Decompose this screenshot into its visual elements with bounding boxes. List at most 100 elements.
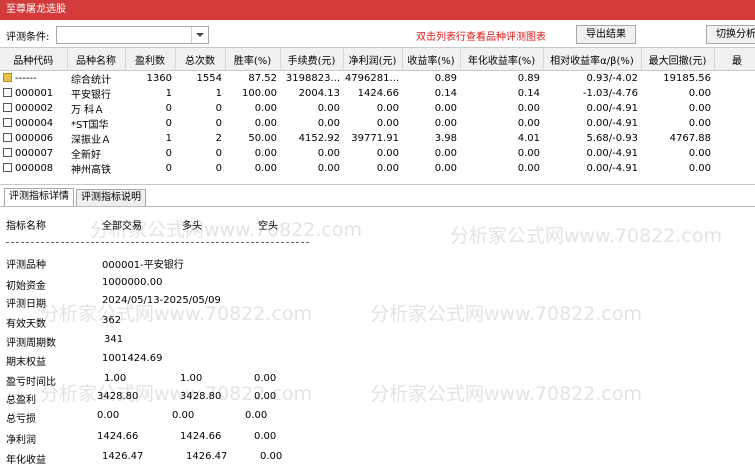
column-header[interactable]: 盈利数	[125, 48, 176, 71]
row-win: 0.00	[254, 118, 277, 129]
export-button[interactable]: 导出结果	[576, 25, 636, 44]
detail-label: 初始资金	[6, 281, 46, 292]
row-total: 1554	[196, 73, 222, 84]
checkbox[interactable]	[3, 103, 12, 112]
row-name: 万 科Ａ	[71, 105, 105, 116]
row-code: ------	[15, 73, 37, 84]
row-win: 0.00	[254, 148, 277, 159]
detail-value-short: 0.00	[254, 373, 277, 384]
row-return: 0.00	[434, 148, 457, 159]
detail-value-all: 1.00	[104, 373, 127, 384]
detail-value-long: 3428.80	[180, 391, 222, 402]
detail-label: 总盈利	[6, 395, 36, 406]
detail-label: 期末权益	[6, 357, 46, 368]
row-annual: 0.89	[517, 73, 540, 84]
table-row[interactable]: 000007 全新好 0 0 0.00 0.00 0.00 0.00 0.00 …	[0, 146, 755, 161]
table-row[interactable]: ------ 综合统计 1360 1554 87.52 3198823... 4…	[0, 71, 755, 86]
detail-value-all: 0.00	[97, 410, 120, 421]
row-profit: 1	[165, 133, 172, 144]
table-row[interactable]: 000006 深振业Ａ 1 2 50.00 4152.92 39771.91 3…	[0, 131, 755, 146]
row-win: 0.00	[254, 163, 277, 174]
row-total: 0	[215, 148, 222, 159]
hint-text: 双击列表行查看品种评测图表	[416, 32, 546, 43]
row-name: *ST国华	[71, 120, 109, 131]
row-fee: 4152.92	[298, 133, 340, 144]
column-header[interactable]: 年化收益率(%)	[460, 48, 544, 71]
detail-label: 总亏损	[6, 414, 36, 425]
chevron-down-icon[interactable]	[191, 27, 208, 43]
window-title-bar: 至尊屠龙选股	[0, 0, 755, 20]
detail-header-name: 指标名称	[6, 221, 46, 232]
detail-value-short: 0.00	[260, 451, 283, 462]
row-name: 神州高铁	[71, 165, 111, 176]
row-return: 3.98	[434, 133, 457, 144]
row-profit: 0	[165, 103, 172, 114]
row-drawdown: 19185.56	[663, 73, 711, 84]
column-header[interactable]: 手续费(元)	[280, 48, 344, 71]
row-net: 0.00	[376, 118, 399, 129]
row-name: 深振业Ａ	[71, 135, 111, 146]
column-header[interactable]: 品种名称	[67, 48, 126, 71]
row-net: 0.00	[376, 103, 399, 114]
column-header[interactable]: 胜率(%)	[225, 48, 281, 71]
row-drawdown: 0.00	[688, 88, 711, 99]
row-fee: 0.00	[317, 163, 340, 174]
row-net: 0.00	[376, 148, 399, 159]
row-win: 0.00	[254, 103, 277, 114]
table-row[interactable]: 000008 神州高铁 0 0 0.00 0.00 0.00 0.00 0.00…	[0, 161, 755, 176]
row-code: 000006	[15, 133, 54, 144]
detail-label: 净利润	[6, 435, 36, 446]
detail-value-all: 1424.66	[97, 431, 139, 442]
detail-label: 评测日期	[6, 299, 46, 310]
column-header[interactable]: 总次数	[175, 48, 226, 71]
row-annual: 0.00	[517, 103, 540, 114]
column-header[interactable]: 净利润(元)	[343, 48, 403, 71]
detail-value: 2024/05/13-2025/05/09	[102, 295, 221, 306]
row-return: 0.14	[434, 88, 457, 99]
row-fee: 0.00	[317, 118, 340, 129]
column-header[interactable]: 最	[714, 48, 755, 71]
column-header[interactable]: 收益率(%)	[402, 48, 461, 71]
row-relative: -1.03/-4.76	[582, 88, 638, 99]
row-drawdown: 0.00	[688, 118, 711, 129]
row-code: 000001	[15, 88, 54, 99]
detail-value-long: 0.00	[172, 410, 195, 421]
row-profit: 0	[165, 148, 172, 159]
row-drawdown: 0.00	[688, 148, 711, 159]
table-row[interactable]: 000001 平安银行 1 1 100.00 2004.13 1424.66 0…	[0, 86, 755, 101]
detail-value: 341	[104, 334, 124, 345]
row-name: 平安银行	[71, 90, 111, 101]
detail-value: 000001-平安银行	[102, 260, 184, 271]
row-relative: 0.00/-4.91	[586, 163, 638, 174]
column-header[interactable]: 品种代码	[0, 48, 68, 71]
tab-indicator-details[interactable]: 评测指标详情	[4, 188, 74, 206]
detail-value-long: 1426.47	[186, 451, 228, 462]
row-relative: 0.00/-4.91	[586, 103, 638, 114]
column-header[interactable]: 相对收益率α/β(%)	[543, 48, 642, 71]
switch-analysis-button[interactable]: 切换分析	[706, 25, 755, 44]
checkbox[interactable]	[3, 163, 12, 172]
row-return: 0.00	[434, 118, 457, 129]
detail-header-all: 全部交易	[102, 221, 142, 232]
detail-value: 1001424.69	[102, 353, 163, 364]
row-net: 39771.91	[351, 133, 399, 144]
table-row[interactable]: 000004 *ST国华 0 0 0.00 0.00 0.00 0.00 0.0…	[0, 116, 755, 131]
tab-indicator-description[interactable]: 评测指标说明	[76, 189, 146, 206]
condition-select[interactable]	[56, 26, 209, 44]
detail-label: 盈亏时间比	[6, 377, 56, 388]
row-annual: 0.14	[517, 88, 540, 99]
detail-label: 有效天数	[6, 319, 46, 330]
checkbox[interactable]	[3, 88, 12, 97]
table-row[interactable]: 000002 万 科Ａ 0 0 0.00 0.00 0.00 0.00 0.00…	[0, 101, 755, 116]
row-fee: 3198823...	[285, 73, 340, 84]
column-header[interactable]: 最大回撤(元)	[641, 48, 715, 71]
checkbox[interactable]	[3, 133, 12, 142]
row-return: 0.00	[434, 163, 457, 174]
row-fee: 2004.13	[298, 88, 340, 99]
checkbox[interactable]	[3, 118, 12, 127]
checkbox[interactable]	[3, 148, 12, 157]
row-win: 87.52	[248, 73, 277, 84]
detail-label: 评测周期数	[6, 338, 56, 349]
row-net: 0.00	[376, 163, 399, 174]
row-relative: 0.00/-4.91	[586, 148, 638, 159]
